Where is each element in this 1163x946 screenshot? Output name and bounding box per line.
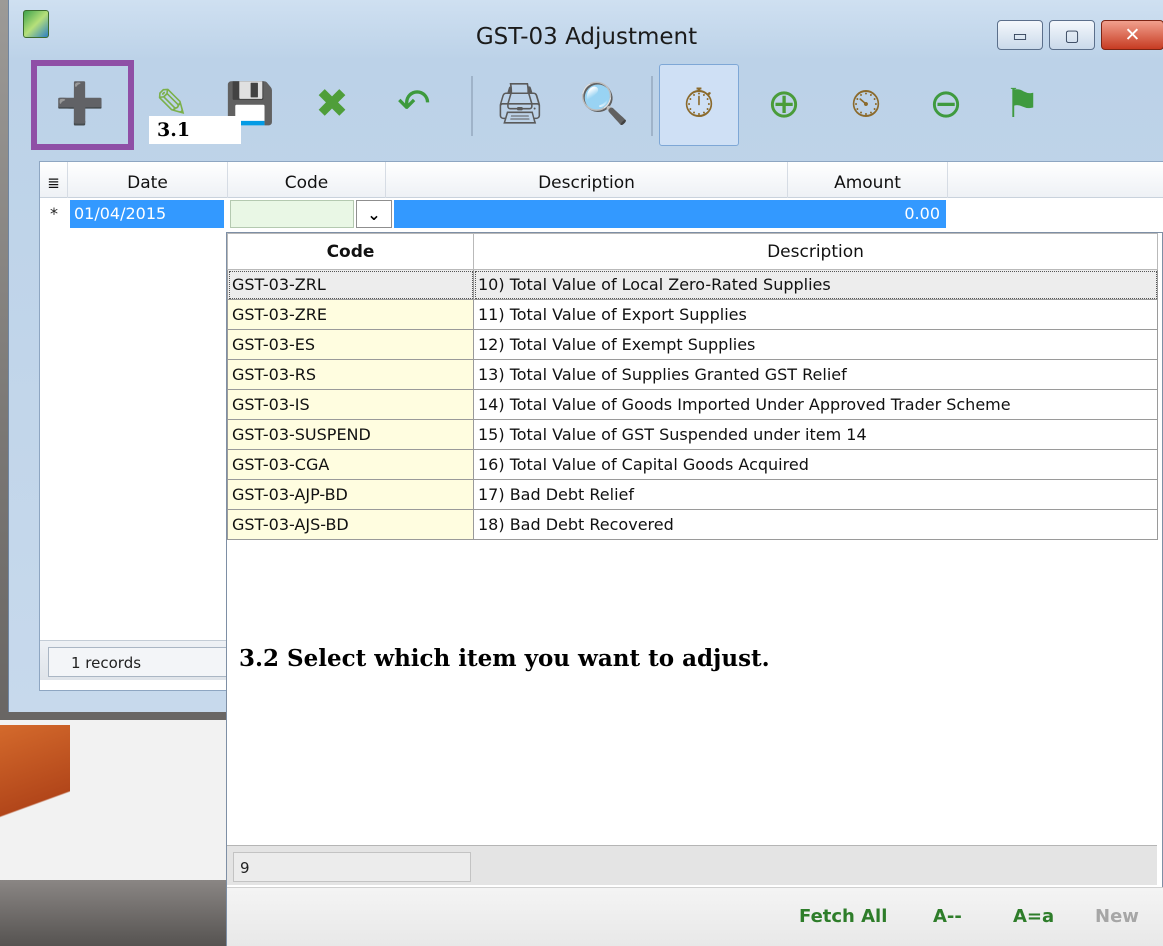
delete-button[interactable]: ✖ — [299, 68, 365, 140]
toolbar: ➕ ✎ 💾 ✖ ↶ 🖨 🔍 ⏱ ⊕ ⏲ ⊖ ⚑ 3.1 — [9, 56, 1163, 154]
preview-icon: 🔍 — [579, 81, 629, 127]
title-bar[interactable]: GST-03 Adjustment ▭ ▢ ✕ — [9, 0, 1163, 56]
new-row-marker: * — [50, 204, 58, 223]
lookup-row[interactable]: GST-03-IS 14) Total Value of Goods Impor… — [227, 389, 1158, 420]
close-icon: ✕ — [1124, 24, 1141, 46]
lookup-description-cell[interactable]: 13) Total Value of Supplies Granted GST … — [473, 359, 1158, 390]
column-header-amount[interactable]: Amount — [788, 162, 948, 198]
add-filter-icon: ⊕ — [767, 81, 801, 127]
date-cell[interactable]: 01/04/2015 — [70, 200, 224, 228]
maximize-button[interactable]: ▢ — [1049, 20, 1095, 50]
lookup-code-cell[interactable]: GST-03-AJS-BD — [227, 509, 474, 540]
clear-filter-icon: ⏲ — [850, 81, 882, 127]
maximize-icon: ▢ — [1064, 25, 1080, 45]
flag-icon: ⚑ — [1004, 81, 1040, 127]
lookup-row[interactable]: GST-03-CGA 16) Total Value of Capital Go… — [227, 449, 1158, 480]
lookup-code-cell[interactable]: GST-03-ZRE — [227, 299, 474, 330]
lookup-description-cell[interactable]: 10) Total Value of Local Zero-Rated Supp… — [473, 269, 1158, 300]
case-sensitive-link[interactable]: A=a — [1013, 906, 1054, 927]
add-filter-button[interactable]: ⊕ — [751, 68, 817, 140]
lookup-row[interactable]: GST-03-ZRE 11) Total Value of Export Sup… — [227, 299, 1158, 330]
code-cell[interactable] — [230, 200, 354, 228]
column-header-date[interactable]: Date — [68, 162, 228, 198]
lookup-description-cell[interactable]: 18) Bad Debt Recovered — [473, 509, 1158, 540]
lookup-description-cell[interactable]: 17) Bad Debt Relief — [473, 479, 1158, 510]
lookup-row[interactable]: GST-03-ES 12) Total Value of Exempt Supp… — [227, 329, 1158, 360]
filter-button[interactable]: ⏱ — [666, 68, 732, 140]
lookup-column-header-description[interactable]: Description — [473, 233, 1158, 270]
records-count: 1 records — [48, 647, 230, 677]
clear-filter-button[interactable]: ⏲ — [833, 68, 899, 140]
chevron-down-icon: ⌄ — [367, 205, 381, 224]
row-indicator-header[interactable]: ≣ — [40, 162, 68, 198]
lookup-record-count: 9 — [233, 852, 471, 882]
step-highlight-box — [31, 60, 134, 150]
lookup-action-bar: Fetch All A-- A=a New — [227, 887, 1163, 946]
lookup-row[interactable]: GST-03-ZRL 10) Total Value of Local Zero… — [227, 269, 1158, 300]
lookup-status-bar: 9 — [227, 845, 1157, 885]
lookup-description-cell[interactable]: 11) Total Value of Export Supplies — [473, 299, 1158, 330]
lookup-description-cell[interactable]: 15) Total Value of GST Suspended under i… — [473, 419, 1158, 450]
close-button[interactable]: ✕ — [1101, 20, 1163, 50]
minimize-icon: ▭ — [1012, 25, 1028, 45]
description-cell[interactable] — [394, 200, 790, 228]
undo-icon: ↶ — [397, 81, 431, 127]
column-header-description[interactable]: Description — [386, 162, 788, 198]
lookup-row[interactable]: GST-03-AJS-BD 18) Bad Debt Recovered — [227, 509, 1158, 540]
grid-header: ≣ Date Code Description Amount — [40, 162, 1163, 198]
flag-button[interactable]: ⚑ — [989, 68, 1055, 140]
toolbar-separator — [471, 76, 473, 136]
sort-link[interactable]: A-- — [933, 906, 962, 927]
amount-cell[interactable]: 0.00 — [790, 200, 946, 228]
grid-new-row[interactable]: * 01/04/2015 ⌄ 0.00 — [40, 200, 1163, 230]
step-label: 3.1 — [149, 116, 241, 144]
undo-button[interactable]: ↶ — [381, 68, 447, 140]
lookup-code-cell[interactable]: GST-03-IS — [227, 389, 474, 420]
background-decoration — [0, 725, 70, 865]
lookup-row[interactable]: GST-03-SUSPEND 15) Total Value of GST Su… — [227, 419, 1158, 450]
lookup-description-cell[interactable]: 16) Total Value of Capital Goods Acquire… — [473, 449, 1158, 480]
lookup-description-cell[interactable]: 12) Total Value of Exempt Supplies — [473, 329, 1158, 360]
minimize-button[interactable]: ▭ — [997, 20, 1043, 50]
toolbar-separator — [651, 76, 653, 136]
background-taskbar-area — [0, 880, 235, 946]
lookup-code-cell[interactable]: GST-03-CGA — [227, 449, 474, 480]
print-button[interactable]: 🖨 — [487, 68, 553, 140]
preview-button[interactable]: 🔍 — [571, 68, 637, 140]
lookup-row[interactable]: GST-03-RS 13) Total Value of Supplies Gr… — [227, 359, 1158, 390]
delete-record-icon: ✖ — [315, 81, 349, 127]
print-icon: 🖨 — [494, 81, 546, 127]
remove-filter-button[interactable]: ⊖ — [913, 68, 979, 140]
window-title: GST-03 Adjustment — [475, 24, 698, 50]
lookup-table: Code Description GST-03-ZRL 10) Total Va… — [227, 233, 1158, 540]
fetch-all-link[interactable]: Fetch All — [799, 906, 887, 927]
lookup-code-cell[interactable]: GST-03-RS — [227, 359, 474, 390]
column-header-code[interactable]: Code — [228, 162, 386, 198]
filter-icon: ⏱ — [683, 81, 715, 127]
lookup-header-row: Code Description — [227, 233, 1158, 270]
lookup-code-cell[interactable]: GST-03-SUSPEND — [227, 419, 474, 450]
lookup-code-cell[interactable]: GST-03-ES — [227, 329, 474, 360]
lookup-column-header-code[interactable]: Code — [227, 233, 474, 270]
instruction-text: 3.2 Select which item you want to adjust… — [239, 645, 770, 672]
new-link[interactable]: New — [1095, 906, 1139, 927]
code-dropdown-button[interactable]: ⌄ — [356, 200, 392, 228]
lookup-code-cell[interactable]: GST-03-AJP-BD — [227, 479, 474, 510]
lookup-code-cell[interactable]: GST-03-ZRL — [227, 269, 474, 300]
remove-filter-icon: ⊖ — [929, 81, 963, 127]
code-lookup-dropdown: Code Description GST-03-ZRL 10) Total Va… — [226, 232, 1163, 946]
lookup-row[interactable]: GST-03-AJP-BD 17) Bad Debt Relief — [227, 479, 1158, 510]
lookup-description-cell[interactable]: 14) Total Value of Goods Imported Under … — [473, 389, 1158, 420]
